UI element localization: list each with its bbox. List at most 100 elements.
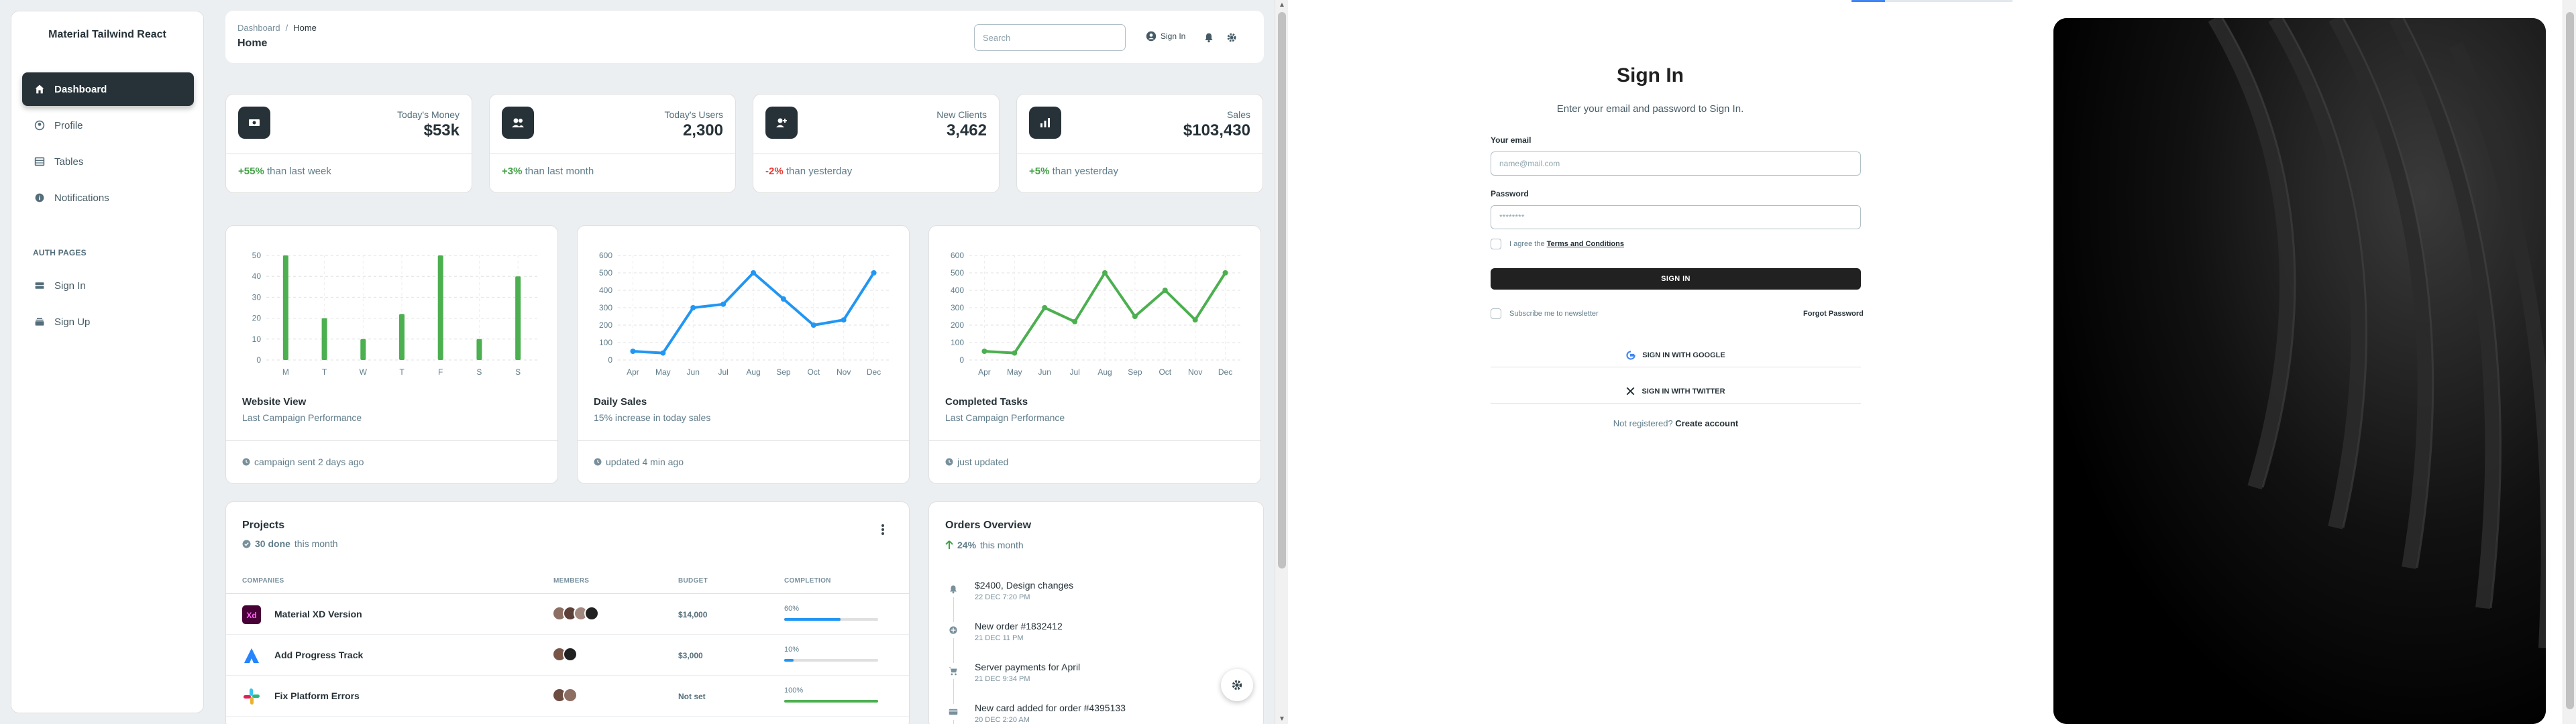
sign-in-button[interactable]: SIGN IN (1491, 268, 1861, 290)
agree-terms-checkbox[interactable] (1491, 239, 1501, 249)
column-header-members[interactable]: MEMBERS (553, 577, 589, 585)
atlassian-logo-icon (242, 646, 261, 665)
scrollbar-thumb[interactable] (1278, 12, 1286, 568)
abstract-waves-graphic (2053, 18, 2546, 724)
search-input[interactable] (974, 24, 1126, 51)
project-budget: $14,000 (678, 610, 708, 619)
email-field[interactable] (1491, 152, 1861, 176)
orders-subtitle: 24% this month (945, 540, 1024, 550)
completed-tasks-chart: 0 100 200 300 400 500 600 Apr May Jun Jul Aug Sep Oct… (951, 251, 1240, 377)
sidebar-item-sign-in[interactable]: Sign In (22, 269, 194, 302)
scrollbar-thumb[interactable] (2566, 12, 2574, 709)
x-tick-label: Jun (687, 367, 700, 377)
dashboard-scrollbar[interactable]: ▲ ▼ (1275, 0, 1288, 724)
password-field[interactable] (1491, 205, 1861, 229)
sidebar-item-tables[interactable]: Tables (22, 145, 194, 178)
google-sign-in-button[interactable]: SIGN IN WITH GOOGLE (1491, 343, 1861, 367)
member-avatars (552, 606, 599, 621)
column-header-completion[interactable]: COMPLETION (784, 577, 831, 585)
table-row[interactable]: Add Progress Track $3,000 10% (226, 635, 909, 676)
google-sign-in-label: SIGN IN WITH GOOGLE (1642, 351, 1725, 359)
scroll-down-arrow[interactable]: ▼ (1279, 715, 1285, 723)
data-point (690, 305, 696, 310)
x-tick-label: W (360, 367, 368, 377)
user-circle-icon (1146, 31, 1157, 42)
chart-title: Daily Sales (594, 396, 647, 408)
terms-link[interactable]: Terms and Conditions (1547, 240, 1624, 248)
avatar[interactable] (563, 647, 578, 662)
breadcrumb: Dashboard / Home (237, 23, 317, 33)
orders-change-suffix: this month (980, 540, 1024, 550)
newsletter-checkbox[interactable] (1491, 308, 1501, 319)
agree-terms-label: I agree the Terms and Conditions (1509, 240, 1624, 248)
y-tick-label: 10 (252, 335, 262, 344)
divider (226, 440, 557, 441)
y-tick-label: 30 (252, 292, 262, 302)
website-view-chart: 0 10 20 30 40 50 M T W T F S S (252, 251, 537, 377)
data-point (1192, 317, 1198, 323)
data-point (981, 349, 987, 354)
column-header-companies[interactable]: COMPANIES (242, 577, 284, 585)
brand-title[interactable]: Material Tailwind React (11, 11, 203, 72)
clock-icon (242, 458, 250, 466)
stat-value: 2,300 (682, 121, 723, 139)
sidebar-item-profile[interactable]: Profile (22, 109, 194, 142)
projects-subtitle: 30 done this month (242, 538, 338, 549)
chart-title: Completed Tasks (945, 396, 1028, 408)
x-tick-label: S (476, 367, 482, 377)
table-row[interactable]: Xd Material XD Version $14,000 60% (226, 594, 909, 635)
completion-progress-fill (784, 700, 878, 703)
chart-bar-icon (1029, 107, 1061, 139)
loading-bar-progress (1851, 0, 1885, 2)
x-tick-label: Aug (746, 367, 760, 377)
avatar[interactable] (563, 688, 578, 703)
data-point (1012, 350, 1018, 356)
y-tick-label: 600 (599, 251, 612, 260)
avatar[interactable] (584, 606, 599, 621)
sidebar-item-dashboard[interactable]: Dashboard (22, 72, 194, 106)
project-budget: $3,000 (678, 651, 703, 660)
navbar-sign-in-label: Sign In (1161, 32, 1186, 41)
stat-card-money: Today's Money $53k +55% than last week (225, 94, 472, 193)
auth-pages-heading: AUTH PAGES (33, 248, 87, 257)
more-vertical-icon[interactable] (881, 524, 885, 539)
chart-subtitle: Last Campaign Performance (242, 412, 362, 423)
sign-in-subtitle: Enter your email and password to Sign In… (1556, 103, 1744, 115)
member-avatars (552, 688, 578, 703)
stat-label: Sales (1226, 109, 1250, 120)
table-row[interactable]: Fix Platform Errors Not set 100% (226, 676, 909, 717)
orders-overview-card: Orders Overview 24% this month $2400, De… (928, 501, 1264, 724)
forgot-password-link[interactable]: Forgot Password (1803, 310, 1864, 318)
sidebar-item-notifications[interactable]: Notifications (22, 181, 194, 215)
sidebar-item-sign-up[interactable]: Sign Up (22, 305, 194, 339)
create-account-link[interactable]: Create account (1675, 418, 1738, 428)
data-point (810, 322, 816, 328)
timeline-line (953, 585, 954, 724)
x-tick-label: Oct (807, 367, 820, 377)
x-tick-label: T (322, 367, 327, 377)
breadcrumb-root[interactable]: Dashboard (237, 23, 280, 33)
sign-in-pane: Sign In Enter your email and password to… (1288, 0, 2576, 724)
y-tick-label: 100 (951, 338, 964, 347)
stat-value: 3,462 (946, 121, 987, 139)
bell-icon[interactable] (1202, 31, 1216, 44)
sign-in-scrollbar[interactable] (2563, 0, 2576, 724)
x-tick-label: Apr (978, 367, 991, 377)
gear-icon[interactable] (1225, 31, 1238, 44)
data-point (1072, 318, 1078, 324)
bell-icon (945, 581, 961, 597)
navbar-sign-in-button[interactable]: Sign In (1146, 31, 1185, 42)
column-header-budget[interactable]: BUDGET (678, 577, 708, 585)
not-registered-text: Not registered? Create account (1288, 418, 2063, 428)
settings-fab-button[interactable] (1221, 669, 1253, 701)
data-point (660, 350, 666, 356)
dashboard-pane: Material Tailwind React Dashboard Profil… (0, 0, 1275, 724)
stat-card-clients: New Clients 3,462 -2% than yesterday (753, 94, 1000, 193)
screen: Material Tailwind React Dashboard Profil… (0, 0, 2576, 724)
y-tick-label: 100 (599, 338, 612, 347)
scroll-up-arrow[interactable]: ▲ (1279, 1, 1285, 9)
x-tick-label: May (655, 367, 671, 377)
twitter-sign-in-button[interactable]: SIGN IN WITH TWITTER (1491, 379, 1861, 404)
x-tick-label: Oct (1159, 367, 1171, 377)
bar (321, 318, 327, 360)
